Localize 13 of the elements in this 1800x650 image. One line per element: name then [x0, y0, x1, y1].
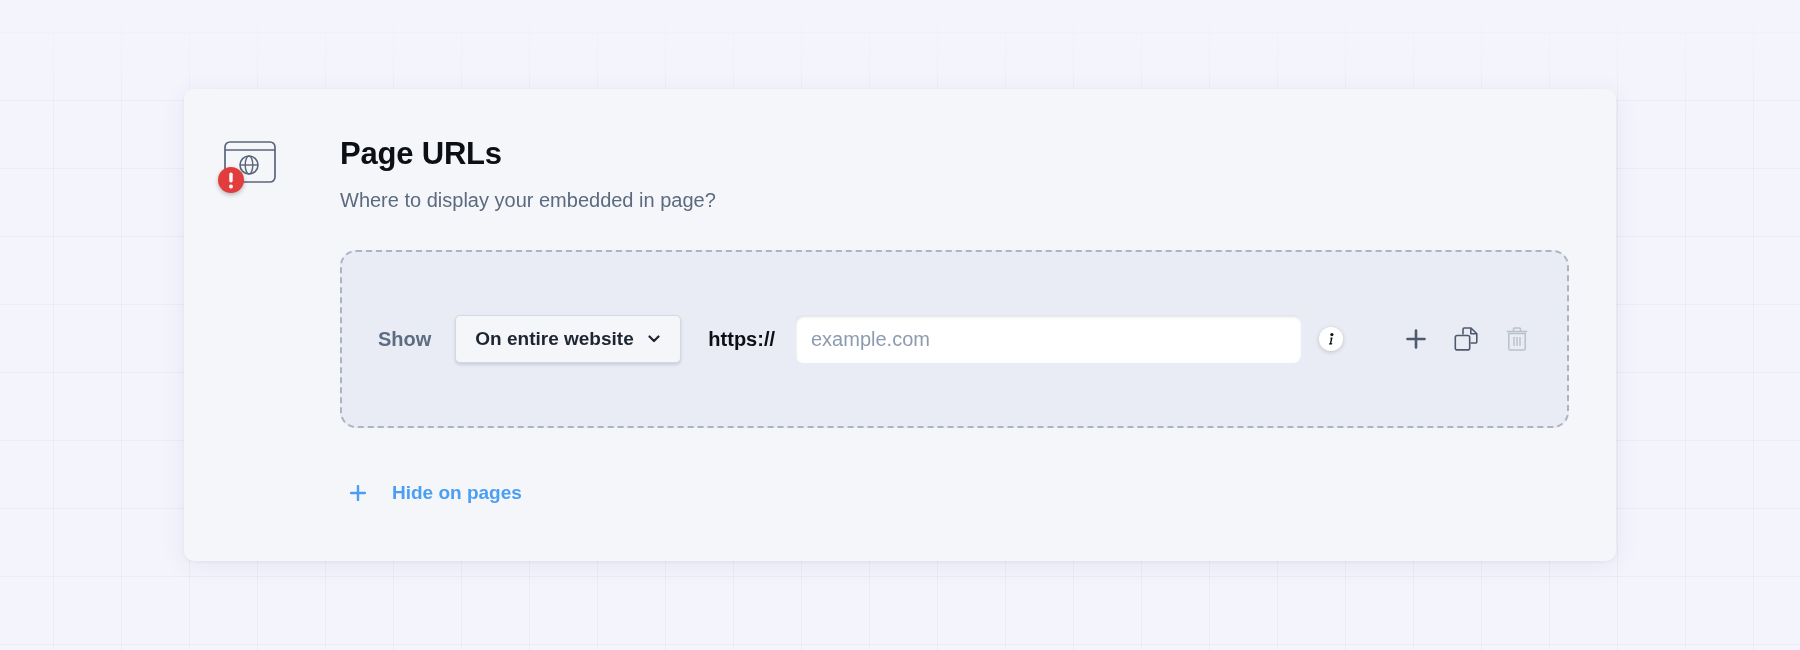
- section-subtitle: Where to display your embedded in page?: [340, 188, 716, 213]
- plus-icon: [350, 485, 366, 501]
- chevron-down-icon: [648, 335, 661, 343]
- protocol-label: https://: [708, 327, 775, 351]
- info-icon[interactable]: [1319, 327, 1343, 351]
- url-field[interactable]: example.com: [795, 315, 1301, 363]
- plus-icon: [1406, 329, 1426, 349]
- visibility-dropdown[interactable]: On entire website: [455, 315, 682, 363]
- browser-globe-icon: [224, 141, 276, 183]
- show-label: Show: [378, 327, 432, 351]
- copy-icon: [1454, 327, 1478, 351]
- trash-icon: [1506, 327, 1528, 351]
- section-title: Page URLs: [340, 136, 502, 172]
